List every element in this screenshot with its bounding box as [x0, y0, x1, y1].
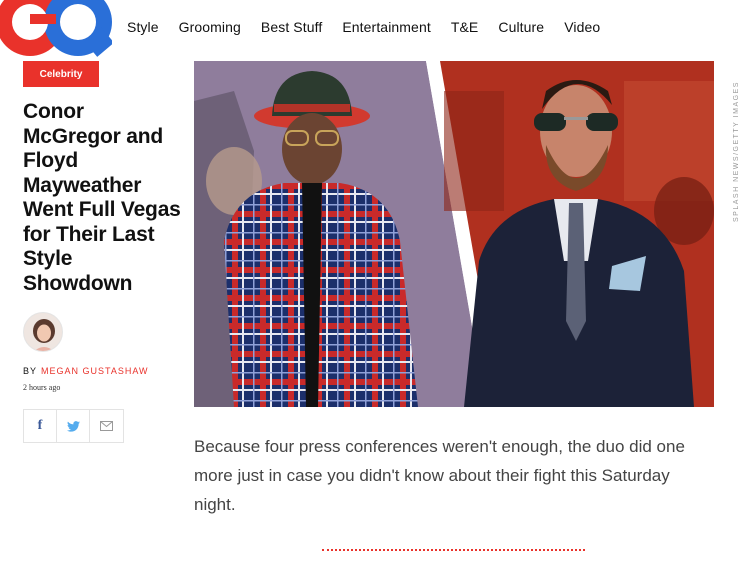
- nav-video[interactable]: Video: [564, 19, 600, 35]
- nav-best-stuff[interactable]: Best Stuff: [261, 19, 322, 35]
- byline: BY MEGAN GUSTASHAW: [23, 366, 149, 376]
- author-link[interactable]: MEGAN GUSTASHAW: [41, 366, 149, 376]
- email-share-button[interactable]: [90, 410, 123, 442]
- category-tag[interactable]: Celebrity: [23, 61, 99, 87]
- share-buttons: f: [23, 409, 124, 443]
- author-avatar[interactable]: [23, 312, 63, 352]
- facebook-icon: f: [37, 418, 43, 433]
- nav-entertainment[interactable]: Entertainment: [342, 19, 430, 35]
- gq-logo[interactable]: [0, 0, 112, 58]
- main-nav: Style Grooming Best Stuff Entertainment …: [127, 19, 620, 35]
- twitter-icon: [66, 420, 80, 432]
- timestamp: 2 hours ago: [23, 383, 61, 392]
- nav-grooming[interactable]: Grooming: [179, 19, 241, 35]
- article-dek: Because four press conferences weren't e…: [194, 437, 685, 514]
- article-headline: Conor McGregor and Floyd Mayweather Went…: [23, 100, 181, 295]
- nav-t-and-e[interactable]: T&E: [451, 19, 479, 35]
- email-icon: [100, 421, 113, 431]
- nav-culture[interactable]: Culture: [498, 19, 544, 35]
- facebook-share-button[interactable]: f: [24, 410, 57, 442]
- hero-image[interactable]: [194, 61, 714, 407]
- byline-prefix: BY: [23, 366, 38, 376]
- dotted-divider: [322, 549, 585, 551]
- photo-credit: SPLASH NEWS/GETTY IMAGES: [733, 81, 740, 222]
- twitter-share-button[interactable]: [57, 410, 90, 442]
- nav-style[interactable]: Style: [127, 19, 159, 35]
